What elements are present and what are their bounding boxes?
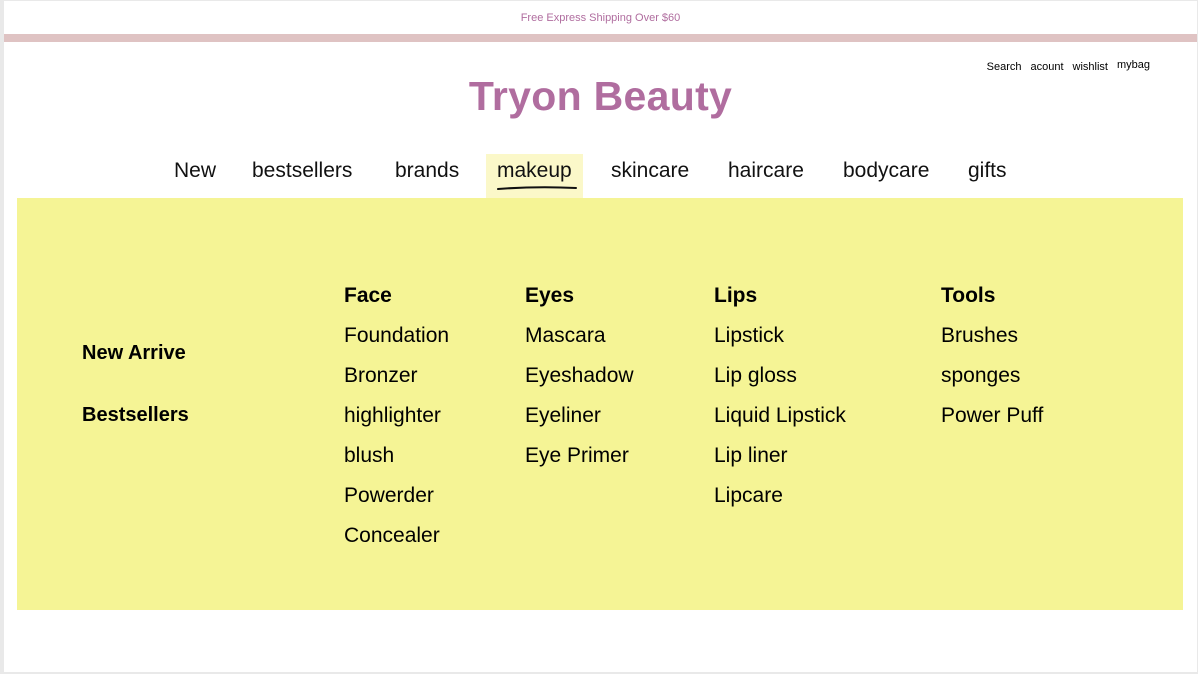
bag-link[interactable]: mybag <box>1117 59 1150 71</box>
menu-column-lips: Lips Lipstick Lip gloss Liquid Lipstick … <box>714 284 846 524</box>
account-link[interactable]: acount <box>1030 61 1063 73</box>
nav-item-makeup[interactable]: makeup <box>486 154 583 199</box>
menu-link-eyeshadow[interactable]: Eyeshadow <box>525 364 634 404</box>
wishlist-link[interactable]: wishlist <box>1073 61 1108 73</box>
menu-link-mascara[interactable]: Mascara <box>525 324 634 364</box>
menu-link-bronzer[interactable]: Bronzer <box>344 364 449 404</box>
utility-nav: Search acount wishlist mybag <box>987 59 1150 73</box>
column-heading-face[interactable]: Face <box>344 284 449 324</box>
menu-link-eyeliner[interactable]: Eyeliner <box>525 404 634 444</box>
active-underline <box>497 186 577 190</box>
nav-item-bestsellers[interactable]: bestsellers <box>252 154 352 199</box>
menu-link-highlighter[interactable]: highlighter <box>344 404 449 444</box>
new-arrive-link[interactable]: New Arrive <box>82 342 186 365</box>
nav-item-makeup-label: makeup <box>497 159 572 182</box>
promo-banner: Free Express Shipping Over $60 <box>4 1 1197 34</box>
promo-divider <box>4 34 1197 42</box>
nav-item-new[interactable]: New <box>174 154 216 199</box>
menu-link-powder[interactable]: Powerder <box>344 484 449 524</box>
menu-link-foundation[interactable]: Foundation <box>344 324 449 364</box>
menu-column-face: Face Foundation Bronzer highlighter blus… <box>344 284 449 564</box>
nav-item-haircare[interactable]: haircare <box>728 154 804 199</box>
menu-link-concealer[interactable]: Concealer <box>344 524 449 564</box>
column-heading-tools[interactable]: Tools <box>941 284 1043 324</box>
menu-link-sponges[interactable]: sponges <box>941 364 1043 404</box>
bestsellers-link[interactable]: Bestsellers <box>82 404 189 427</box>
page: Free Express Shipping Over $60 Search ac… <box>4 1 1197 672</box>
makeup-mega-menu: New Arrive Bestsellers Face Foundation B… <box>17 198 1183 610</box>
main-nav: New bestsellers brands makeup skincare h… <box>4 154 1197 199</box>
nav-item-brands[interactable]: brands <box>395 154 459 199</box>
nav-item-gifts[interactable]: gifts <box>968 154 1007 199</box>
menu-column-eyes: Eyes Mascara Eyeshadow Eyeliner Eye Prim… <box>525 284 634 484</box>
promo-text: Free Express Shipping Over $60 <box>520 11 681 24</box>
menu-link-lipstick[interactable]: Lipstick <box>714 324 846 364</box>
menu-link-lipcare[interactable]: Lipcare <box>714 484 846 524</box>
menu-link-brushes[interactable]: Brushes <box>941 324 1043 364</box>
menu-link-lip-liner[interactable]: Lip liner <box>714 444 846 484</box>
menu-link-power-puff[interactable]: Power Puff <box>941 404 1043 444</box>
search-link[interactable]: Search <box>987 61 1022 73</box>
brand-logo[interactable]: Tryon Beauty <box>4 73 1197 120</box>
nav-item-bodycare[interactable]: bodycare <box>843 154 929 199</box>
column-heading-eyes[interactable]: Eyes <box>525 284 634 324</box>
column-heading-lips[interactable]: Lips <box>714 284 846 324</box>
menu-link-blush[interactable]: blush <box>344 444 449 484</box>
menu-link-liquid-lipstick[interactable]: Liquid Lipstick <box>714 404 846 444</box>
menu-link-lip-gloss[interactable]: Lip gloss <box>714 364 846 404</box>
menu-link-eye-primer[interactable]: Eye Primer <box>525 444 634 484</box>
nav-item-skincare[interactable]: skincare <box>611 154 689 199</box>
menu-column-tools: Tools Brushes sponges Power Puff <box>941 284 1043 444</box>
